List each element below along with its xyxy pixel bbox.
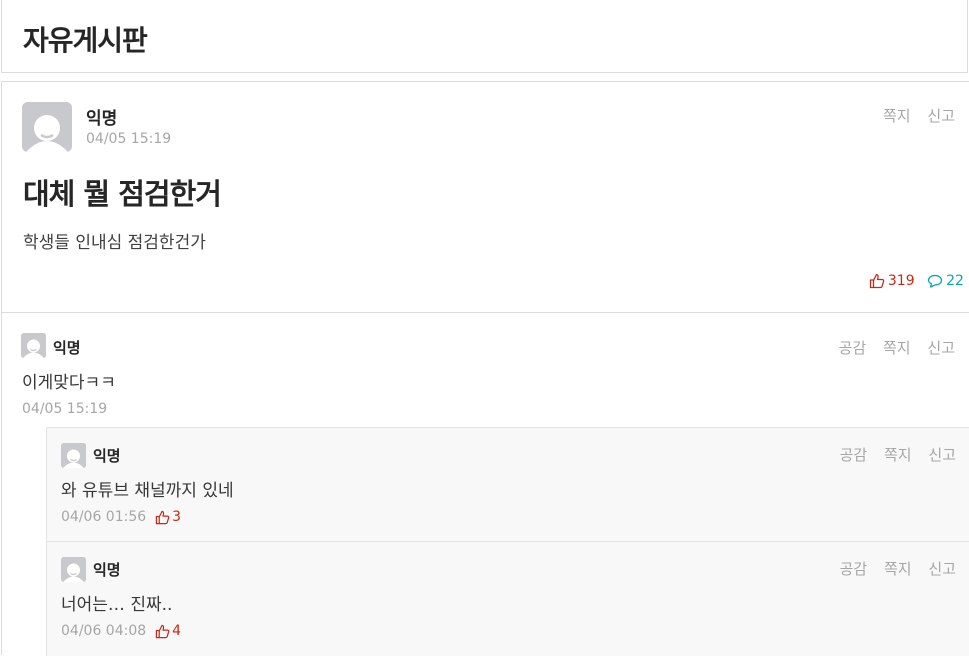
comment-meta: 04/06 01:56 3 xyxy=(61,509,181,525)
board-title[interactable]: 자유게시판 xyxy=(23,19,148,59)
comment-text: 너어는… 진짜.. xyxy=(61,595,173,615)
avatar xyxy=(22,102,72,152)
comment-actions: 공감 쪽지 신고 xyxy=(828,444,956,465)
report-button[interactable]: 신고 xyxy=(928,446,956,464)
avatar xyxy=(61,557,86,582)
default-profile-icon xyxy=(22,102,72,152)
message-button[interactable]: 쪽지 xyxy=(883,107,911,125)
article: 익명 04/05 15:19 쪽지 신고 대체 뭘 점검한거 학생들 인내심 점… xyxy=(1,81,969,313)
vote-count[interactable]: 319 xyxy=(869,273,915,289)
thumbs-up-icon xyxy=(155,510,170,524)
comment-actions: 공감 쪽지 신고 xyxy=(828,558,956,579)
comment-vote-count[interactable]: 3 xyxy=(155,509,181,525)
avatar xyxy=(21,333,46,358)
article-stats: 319 22 1 xyxy=(861,273,964,293)
comment-count-value: 22 xyxy=(946,273,964,289)
default-profile-icon xyxy=(21,333,46,358)
comment-time: 04/05 15:19 xyxy=(22,401,108,417)
reply-comment: 익명 공감 쪽지 신고 와 유튜브 채널까지 있네 04/06 01:56 3 xyxy=(46,427,969,542)
comment-author: 익명 xyxy=(53,339,81,357)
comment-text: 와 유튜브 채널까지 있네 xyxy=(61,481,234,501)
board-header: 자유게시판 xyxy=(1,0,968,73)
comment-time: 04/06 01:56 xyxy=(61,509,147,525)
comment-author: 익명 xyxy=(93,447,121,465)
default-profile-icon xyxy=(61,557,86,582)
like-button[interactable]: 공감 xyxy=(839,339,867,357)
speech-bubble-icon xyxy=(927,274,943,288)
like-button[interactable]: 공감 xyxy=(840,560,868,578)
message-button[interactable]: 쪽지 xyxy=(884,560,912,578)
article-author: 익명 xyxy=(86,109,118,129)
message-button[interactable]: 쪽지 xyxy=(883,339,911,357)
comment-time: 04/06 04:08 xyxy=(61,623,147,639)
thumbs-up-icon xyxy=(155,624,170,638)
comment-vote-value: 3 xyxy=(172,509,182,525)
like-button[interactable]: 공감 xyxy=(840,446,868,464)
report-button[interactable]: 신고 xyxy=(927,339,955,357)
comment-vote-value: 4 xyxy=(172,623,182,639)
reply-comment: 익명 공감 쪽지 신고 너어는… 진짜.. 04/06 04:08 4 xyxy=(46,541,969,656)
comment-actions: 공감 쪽지 신고 xyxy=(827,337,955,358)
comment-text: 이게맞다ㅋㅋ xyxy=(22,373,116,393)
vote-count-value: 319 xyxy=(887,273,915,289)
default-profile-icon xyxy=(61,443,86,468)
report-button[interactable]: 신고 xyxy=(928,560,956,578)
comment: 익명 공감 쪽지 신고 이게맞다ㅋㅋ 04/05 15:19 xyxy=(2,314,969,426)
comment-meta: 04/05 15:19 xyxy=(22,401,107,417)
comment-meta: 04/06 04:08 4 xyxy=(61,623,181,639)
comment-author: 익명 xyxy=(93,561,121,579)
comment-vote-count[interactable]: 4 xyxy=(155,623,181,639)
report-button[interactable]: 신고 xyxy=(927,107,955,125)
article-title: 대체 뭘 점검한거 xyxy=(23,177,222,211)
message-button[interactable]: 쪽지 xyxy=(884,446,912,464)
thumbs-up-icon xyxy=(869,273,885,289)
avatar xyxy=(61,443,86,468)
article-time: 04/05 15:19 xyxy=(86,131,172,147)
comment-count[interactable]: 22 xyxy=(927,273,964,289)
article-actions: 쪽지 신고 xyxy=(871,105,955,126)
article-body: 학생들 인내심 점검한건가 xyxy=(23,233,206,253)
